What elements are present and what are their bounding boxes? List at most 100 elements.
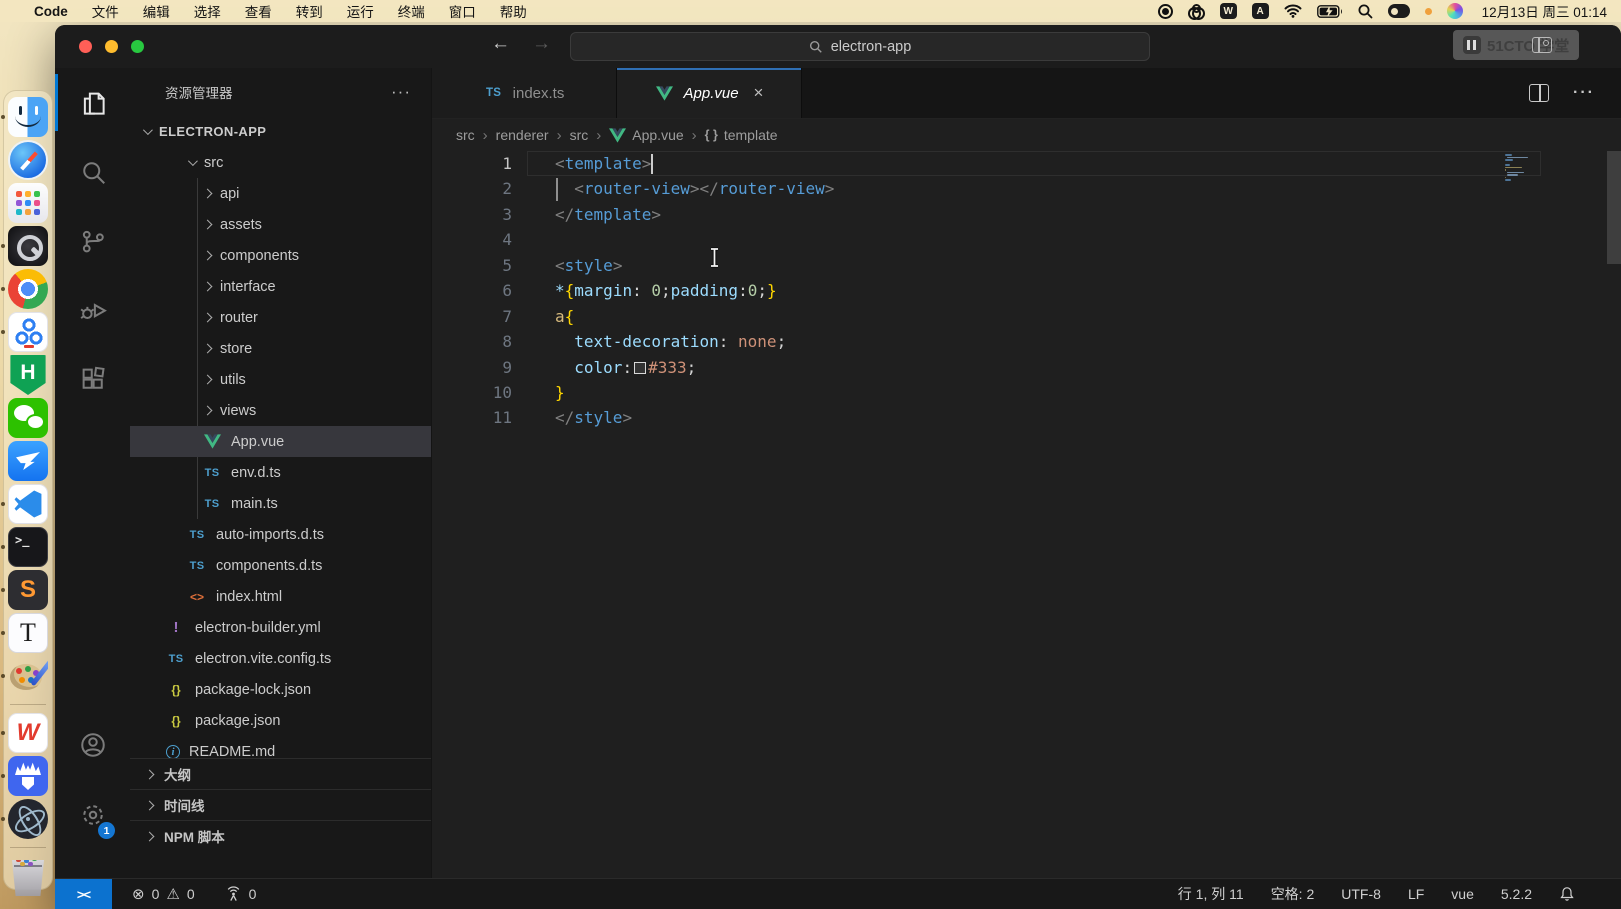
tree-item-App.vue[interactable]: App.vue bbox=[130, 426, 431, 457]
code-line-5[interactable]: <style> bbox=[555, 253, 834, 278]
vscode-dock-icon[interactable] bbox=[8, 484, 48, 524]
screen-record-icon[interactable] bbox=[1158, 4, 1173, 19]
breadcrumb-item-src[interactable]: src bbox=[456, 127, 475, 143]
tree-item-package-lock.json[interactable]: {}package-lock.json bbox=[130, 674, 431, 705]
customize-layout-icon[interactable] bbox=[1532, 37, 1552, 53]
tree-item-api[interactable]: api bbox=[130, 178, 431, 209]
menu-窗口[interactable]: 窗口 bbox=[449, 1, 476, 21]
menu-帮助[interactable]: 帮助 bbox=[500, 1, 527, 21]
menu-运行[interactable]: 运行 bbox=[347, 1, 374, 21]
deer-vpn-dock-icon[interactable] bbox=[8, 756, 48, 796]
wps-icon[interactable]: W bbox=[1220, 3, 1237, 19]
menu-文件[interactable]: 文件 bbox=[92, 1, 119, 21]
tree-item-auto-imports.d.ts[interactable]: TSauto-imports.d.ts bbox=[130, 519, 431, 550]
vertical-scrollbar[interactable] bbox=[1607, 151, 1621, 264]
safari-dock-icon[interactable] bbox=[8, 140, 48, 180]
notification-dot-icon[interactable] bbox=[1425, 8, 1432, 15]
control-center-icon[interactable] bbox=[1388, 4, 1410, 18]
warnings-icon[interactable]: ⚠ bbox=[166, 885, 179, 903]
wps-office-dock-icon[interactable] bbox=[8, 713, 48, 753]
typora-dock-icon[interactable] bbox=[8, 613, 48, 653]
hbuilderx-dock-icon[interactable] bbox=[8, 355, 48, 395]
status-encoding[interactable]: UTF-8 bbox=[1341, 886, 1381, 902]
warnings-count[interactable]: 0 bbox=[187, 886, 195, 902]
errors-count[interactable]: 0 bbox=[152, 886, 160, 902]
tree-item-components[interactable]: components bbox=[130, 240, 431, 271]
wechat-dock-icon[interactable] bbox=[8, 398, 48, 438]
code-line-7[interactable]: a{ bbox=[555, 304, 834, 329]
status-indentation[interactable]: 空格: 2 bbox=[1271, 884, 1315, 904]
sublime-text-dock-icon[interactable] bbox=[8, 570, 48, 610]
tree-item-router[interactable]: router bbox=[130, 302, 431, 333]
activitybar-explorer[interactable] bbox=[55, 68, 130, 137]
activitybar-extensions[interactable] bbox=[55, 344, 130, 413]
ports-count[interactable]: 0 bbox=[249, 886, 257, 902]
breadcrumb-item-template[interactable]: { }template bbox=[705, 127, 778, 143]
code-line-10[interactable]: } bbox=[555, 380, 834, 405]
code-line-6[interactable]: *{margin: 0;padding:0;} bbox=[555, 278, 834, 303]
quicktime-dock-icon[interactable] bbox=[8, 226, 48, 266]
tree-item-views[interactable]: views bbox=[130, 395, 431, 426]
tree-item-package.json[interactable]: {}package.json bbox=[130, 705, 431, 736]
more-actions-icon[interactable]: ··· bbox=[1573, 84, 1595, 102]
input-method-icon[interactable]: A bbox=[1252, 3, 1269, 19]
navigate-forward-button[interactable]: → bbox=[532, 33, 551, 55]
status-vue-version[interactable]: 5.2.2 bbox=[1501, 886, 1532, 902]
split-editor-icon[interactable] bbox=[1529, 84, 1549, 102]
tree-item-index.html[interactable]: <>index.html bbox=[130, 581, 431, 612]
code-line-4[interactable] bbox=[555, 227, 834, 252]
tree-item-assets[interactable]: assets bbox=[130, 209, 431, 240]
status-language-mode[interactable]: vue bbox=[1451, 886, 1474, 902]
errors-icon[interactable]: ⊗ bbox=[132, 885, 145, 903]
battery-icon[interactable] bbox=[1317, 3, 1343, 19]
dingtalk-dock-icon[interactable] bbox=[8, 441, 48, 481]
tree-item-electron.vite.config.ts[interactable]: TSelectron.vite.config.ts bbox=[130, 643, 431, 674]
menu-查看[interactable]: 查看 bbox=[245, 1, 272, 21]
circles-app-dock-icon[interactable] bbox=[8, 312, 48, 352]
siri-icon[interactable] bbox=[1447, 3, 1463, 19]
activitybar-search[interactable] bbox=[55, 137, 130, 206]
tree-item-electron-builder.yml[interactable]: !electron-builder.yml bbox=[130, 612, 431, 643]
paint-dock-icon[interactable] bbox=[8, 656, 48, 696]
tree-item-utils[interactable]: utils bbox=[130, 364, 431, 395]
wifi-icon[interactable] bbox=[1284, 3, 1302, 19]
breadcrumb-item-renderer[interactable]: renderer bbox=[496, 127, 549, 143]
status-cursor-position[interactable]: 行 1, 列 11 bbox=[1178, 884, 1244, 904]
breadcrumb-item-src[interactable]: src bbox=[570, 127, 589, 143]
tree-item-store[interactable]: store bbox=[130, 333, 431, 364]
tree-item-interface[interactable]: interface bbox=[130, 271, 431, 302]
sidebar-more-actions-icon[interactable]: ··· bbox=[391, 82, 411, 102]
code-line-9[interactable]: color:#333; bbox=[555, 355, 834, 380]
tree-item-main.ts[interactable]: TSmain.ts bbox=[130, 488, 431, 519]
spotlight-icon[interactable] bbox=[1358, 3, 1373, 19]
tab-index.ts[interactable]: TSindex.ts bbox=[432, 68, 617, 118]
tab-App.vue[interactable]: App.vue× bbox=[617, 68, 802, 118]
finder-dock-icon[interactable] bbox=[8, 97, 48, 137]
terminal-dock-icon[interactable] bbox=[8, 527, 48, 567]
shortcuts-icon[interactable] bbox=[1188, 4, 1205, 19]
breadcrumb-item-App.vue[interactable]: App.vue bbox=[609, 127, 683, 143]
minimize-window-button[interactable] bbox=[105, 40, 118, 53]
tree-item-ELECTRON-APP[interactable]: ELECTRON-APP bbox=[130, 116, 431, 147]
remote-indicator-button[interactable]: >< bbox=[55, 879, 112, 909]
code-line-11[interactable]: </style> bbox=[555, 405, 834, 430]
chrome-dock-icon[interactable] bbox=[8, 269, 48, 309]
close-tab-button[interactable]: × bbox=[754, 83, 764, 103]
zoom-window-button[interactable] bbox=[131, 40, 144, 53]
settings-button[interactable]: 1 bbox=[55, 780, 130, 850]
tree-item-src[interactable]: src bbox=[130, 147, 431, 178]
code-editor[interactable]: 1234567891011 <template> <router-view></… bbox=[432, 151, 1621, 878]
menu-终端[interactable]: 终端 bbox=[398, 1, 425, 21]
account-button[interactable] bbox=[55, 710, 130, 780]
tree-item-env.d.ts[interactable]: TSenv.d.ts bbox=[130, 457, 431, 488]
menu-编辑[interactable]: 编辑 bbox=[143, 1, 170, 21]
ports-icon[interactable] bbox=[225, 886, 242, 902]
trash-dock-icon[interactable] bbox=[8, 856, 48, 896]
navigate-back-button[interactable]: ← bbox=[491, 33, 510, 55]
electron-dock-icon[interactable] bbox=[8, 799, 48, 839]
code-line-2[interactable]: <router-view></router-view> bbox=[555, 176, 834, 201]
menu-选择[interactable]: 选择 bbox=[194, 1, 221, 21]
activitybar-source-control[interactable] bbox=[55, 206, 130, 275]
menu-转到[interactable]: 转到 bbox=[296, 1, 323, 21]
menubar-clock[interactable]: 12月13日 周三 01:14 bbox=[1482, 1, 1607, 21]
